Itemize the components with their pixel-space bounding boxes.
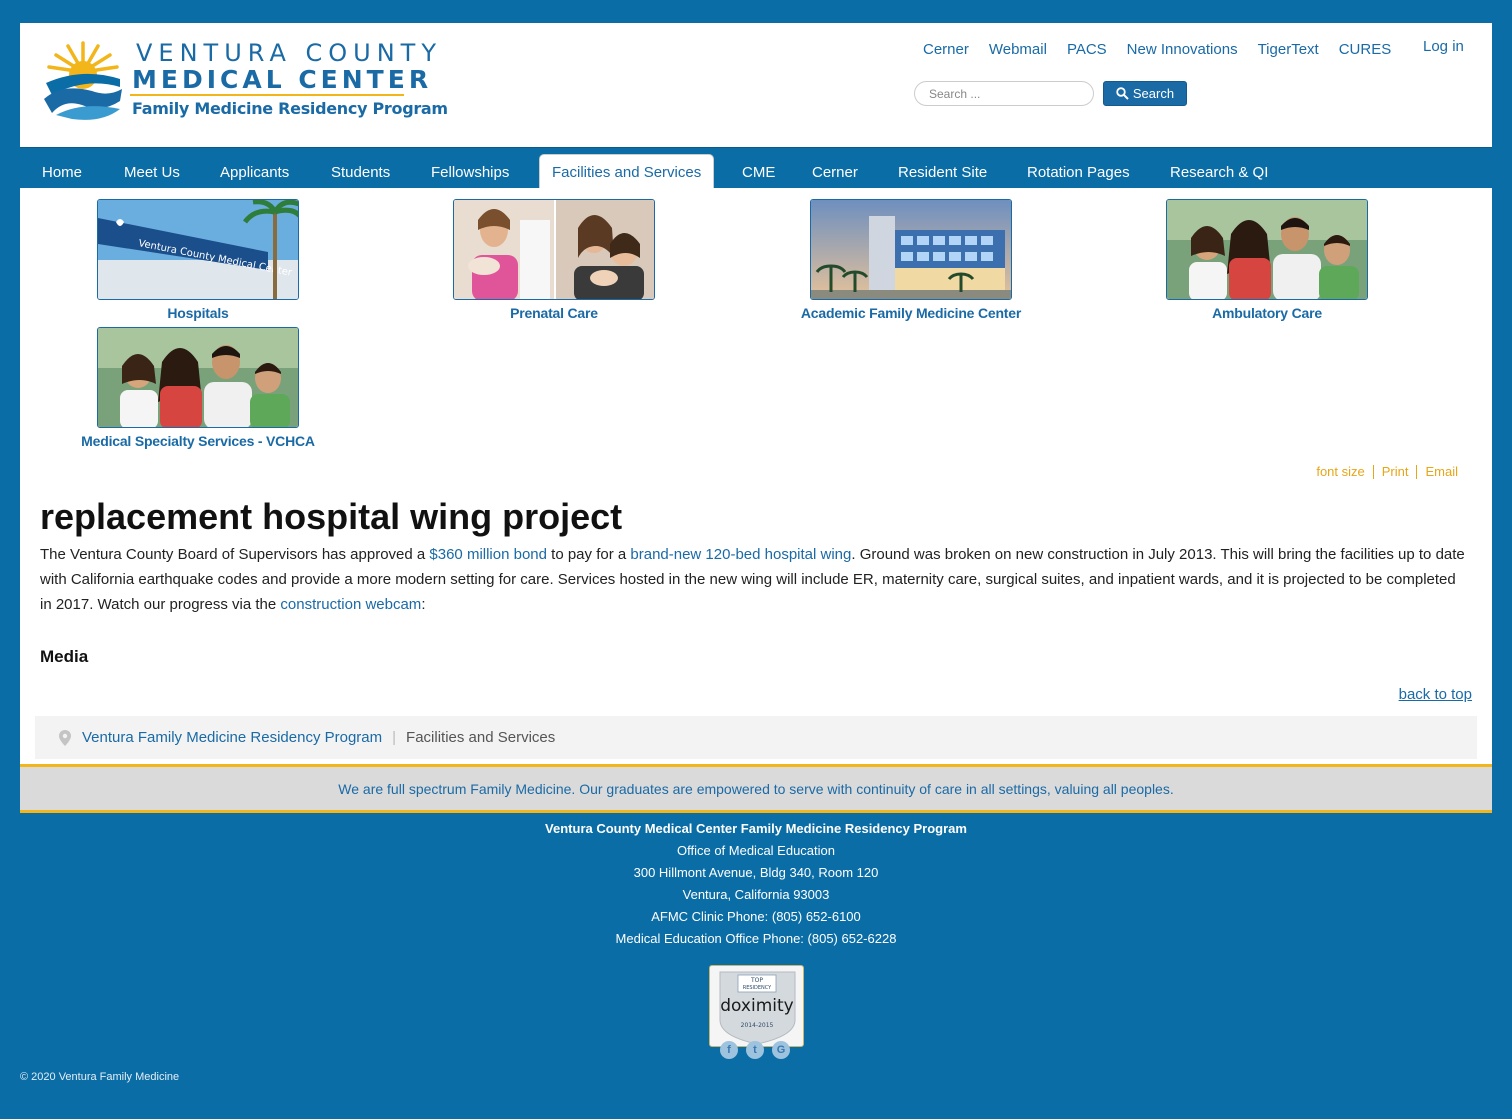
nav-item-rotation-pages[interactable]: Rotation Pages — [1027, 164, 1130, 181]
badge-years-text: 2014-2015 — [741, 1022, 774, 1029]
mission-banner: We are full spectrum Family Medicine. Ou… — [20, 764, 1492, 813]
facility-card-ambulatory-care[interactable]: Ambulatory Care — [1107, 199, 1427, 321]
family-photo-image[interactable] — [97, 327, 299, 428]
page-title: replacement hospital wing project — [40, 496, 623, 537]
article-text: to pay for a — [547, 546, 631, 563]
nav-item-students[interactable]: Students — [331, 164, 390, 181]
footer-office-phone: Medical Education Office Phone: (805) 65… — [615, 931, 897, 946]
doximity-badge[interactable]: TOP RESIDENCY doximity 2014-2015 — [709, 965, 804, 1047]
site-footer: Ventura County Medical Center Family Med… — [0, 818, 1512, 950]
top-link-cures[interactable]: CURES — [1339, 41, 1392, 58]
top-link-new-innovations[interactable]: New Innovations — [1127, 41, 1238, 58]
twitter-icon[interactable]: t — [746, 1041, 764, 1059]
sunrise-wave-logo-icon — [44, 41, 122, 120]
nav-item-applicants[interactable]: Applicants — [220, 164, 289, 181]
footer-office: Office of Medical Education — [676, 843, 835, 858]
clinic-building-image[interactable] — [810, 199, 1012, 300]
facility-card-caption[interactable]: Prenatal Care — [394, 305, 714, 321]
top-links: Cerner Webmail PACS New Innovations Tige… — [923, 41, 1391, 58]
nav-item-meet-us[interactable]: Meet Us — [124, 164, 180, 181]
back-to-top-link[interactable]: back to top — [1399, 686, 1472, 703]
print-link[interactable]: Print — [1374, 464, 1417, 479]
social-links: f t G — [720, 1041, 790, 1059]
prenatal-care-image[interactable] — [453, 199, 655, 300]
facility-card-caption[interactable]: Academic Family Medicine Center — [751, 305, 1071, 321]
nav-item-facilities-and-services[interactable]: Facilities and Services — [539, 154, 715, 189]
top-link-cerner[interactable]: Cerner — [923, 41, 969, 58]
badge-top-text: TOP — [750, 977, 763, 984]
nav-item-cerner[interactable]: Cerner — [812, 164, 858, 181]
top-link-pacs[interactable]: PACS — [1067, 41, 1107, 58]
font-size-control[interactable]: font size — [1308, 464, 1372, 479]
top-link-webmail[interactable]: Webmail — [989, 41, 1047, 58]
footer-program-name: Ventura County Medical Center Family Med… — [545, 821, 967, 836]
main-content: Ventura County Medical Center Hospitals — [20, 188, 1492, 766]
breadcrumb: Ventura Family Medicine Residency Progra… — [35, 716, 1477, 759]
construction-webcam-link[interactable]: construction webcam — [280, 596, 421, 613]
article-text: : — [421, 596, 426, 613]
login-link[interactable]: Log in — [1423, 38, 1464, 55]
nav-item-fellowships[interactable]: Fellowships — [431, 164, 509, 181]
facility-card-academic-family-medicine-center[interactable]: Academic Family Medicine Center — [751, 199, 1071, 321]
facility-card-caption[interactable]: Hospitals — [38, 305, 358, 321]
family-photo-image[interactable] — [1166, 199, 1368, 300]
site-header: VENTURA COUNTY MEDICAL CENTER Family Med… — [20, 23, 1492, 147]
main-nav: Home Meet Us Applicants Students Fellows… — [20, 147, 1492, 189]
facebook-icon[interactable]: f — [720, 1041, 738, 1059]
facility-card-prenatal-care[interactable]: Prenatal Care — [394, 199, 714, 321]
logo-line-2: MEDICAL CENTER — [132, 65, 433, 94]
logo-line-3: Family Medicine Residency Program — [132, 99, 448, 118]
footer-clinic-phone: AFMC Clinic Phone: (805) 652-6100 — [651, 909, 861, 924]
nav-item-research-qi[interactable]: Research & QI — [1170, 164, 1268, 181]
facility-card-caption[interactable]: Medical Specialty Services - VCHCA — [38, 433, 358, 449]
footer-address: 300 Hillmont Avenue, Bldg 340, Room 120 — [633, 865, 879, 880]
logo-line-1: VENTURA COUNTY — [136, 39, 442, 67]
badge-brand-text: doximity — [720, 996, 793, 1016]
hospital-wing-link[interactable]: brand-new 120-bed hospital wing — [630, 546, 851, 563]
article-text: The Ventura County Board of Supervisors … — [40, 546, 430, 563]
top-link-tigertext[interactable]: TigerText — [1258, 41, 1319, 58]
facility-card-hospitals[interactable]: Ventura County Medical Center Hospitals — [38, 199, 358, 321]
search-input[interactable] — [914, 81, 1094, 106]
facility-card-medical-specialty-services[interactable]: Medical Specialty Services - VCHCA — [38, 327, 358, 449]
article-tools: font size Print Email — [1308, 464, 1466, 479]
media-heading: Media — [40, 647, 89, 666]
nav-item-home[interactable]: Home — [42, 164, 82, 181]
nav-item-resident-site[interactable]: Resident Site — [898, 164, 987, 181]
breadcrumb-home-link[interactable]: Ventura Family Medicine Residency Progra… — [82, 729, 382, 746]
search-button-label: Search — [1132, 86, 1175, 101]
google-plus-icon[interactable]: G — [772, 1041, 790, 1059]
logo-divider — [130, 94, 404, 96]
bond-link[interactable]: $360 million bond — [429, 546, 547, 563]
breadcrumb-separator: | — [392, 729, 397, 746]
facility-card-caption[interactable]: Ambulatory Care — [1107, 305, 1427, 321]
location-pin-icon — [59, 729, 71, 746]
email-link[interactable]: Email — [1417, 464, 1466, 479]
search-button[interactable]: Search — [1103, 81, 1187, 106]
breadcrumb-current: Facilities and Services — [406, 729, 556, 746]
badge-residency-text: RESIDENCY — [743, 985, 772, 991]
search-icon — [1116, 87, 1129, 100]
footer-city: Ventura, California 93003 — [682, 887, 830, 902]
copyright: © 2020 Ventura Family Medicine — [20, 1071, 180, 1083]
article-body: The Ventura County Board of Supervisors … — [40, 542, 1470, 617]
hospital-sign-image[interactable]: Ventura County Medical Center — [97, 199, 299, 300]
nav-item-cme[interactable]: CME — [742, 164, 775, 181]
site-logo[interactable]: VENTURA COUNTY MEDICAL CENTER Family Med… — [42, 37, 448, 125]
